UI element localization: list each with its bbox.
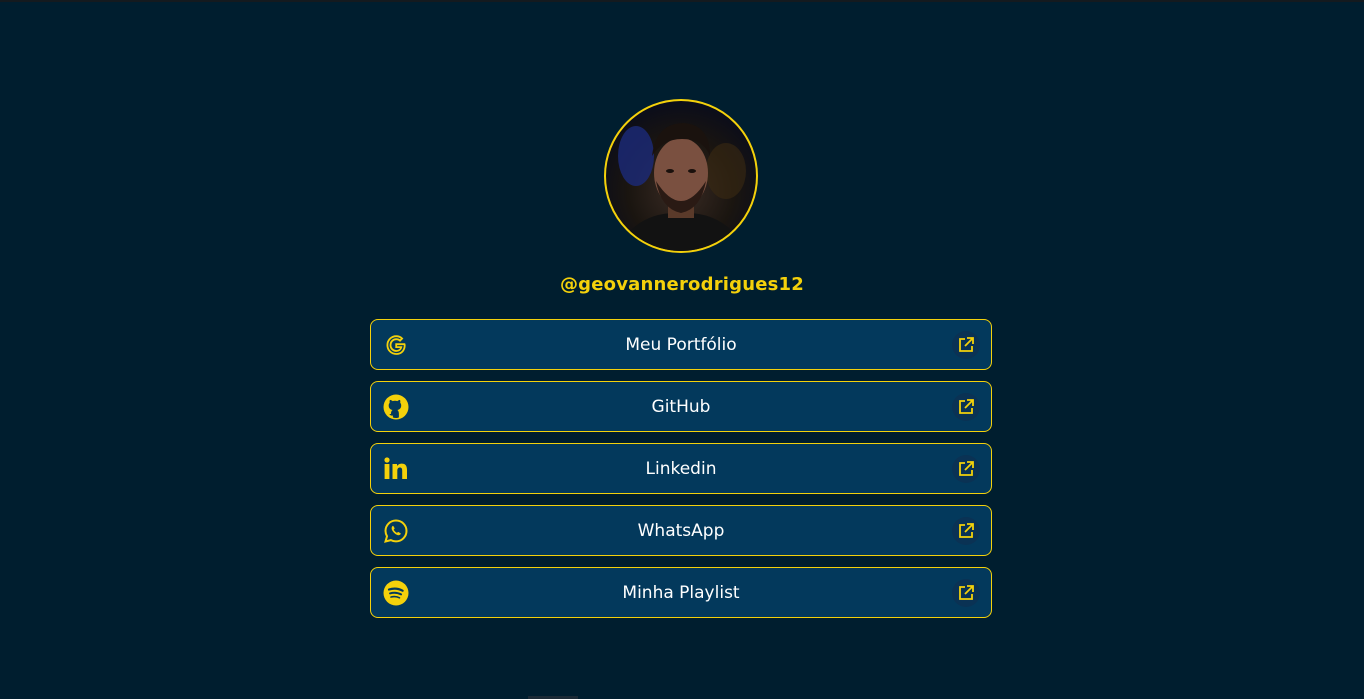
link-whatsapp[interactable]: WhatsApp	[370, 505, 992, 556]
link-label: Minha Playlist	[622, 582, 740, 603]
spotify-icon	[383, 580, 409, 606]
link-github[interactable]: GitHub	[370, 381, 992, 432]
linkedin-icon	[383, 456, 409, 482]
links-list: Meu Portfólio GitHub Linkedin WhatsApp M…	[370, 319, 992, 629]
external-link-icon	[952, 331, 980, 359]
link-playlist[interactable]: Minha Playlist	[370, 567, 992, 618]
google-icon	[383, 332, 409, 358]
whatsapp-icon	[383, 518, 409, 544]
link-label: WhatsApp	[637, 520, 725, 541]
profile-handle: @geovannerodrigues12	[559, 274, 805, 295]
top-border	[0, 0, 1364, 2]
link-linkedin[interactable]: Linkedin	[370, 443, 992, 494]
avatar	[604, 99, 758, 253]
github-icon	[383, 394, 409, 420]
link-label: GitHub	[651, 396, 711, 417]
link-portfolio[interactable]: Meu Portfólio	[370, 319, 992, 370]
external-link-icon	[952, 517, 980, 545]
link-label: Linkedin	[645, 458, 717, 479]
external-link-icon	[952, 393, 980, 421]
external-link-icon	[952, 455, 980, 483]
link-label: Meu Portfólio	[625, 334, 737, 355]
external-link-icon	[952, 579, 980, 607]
